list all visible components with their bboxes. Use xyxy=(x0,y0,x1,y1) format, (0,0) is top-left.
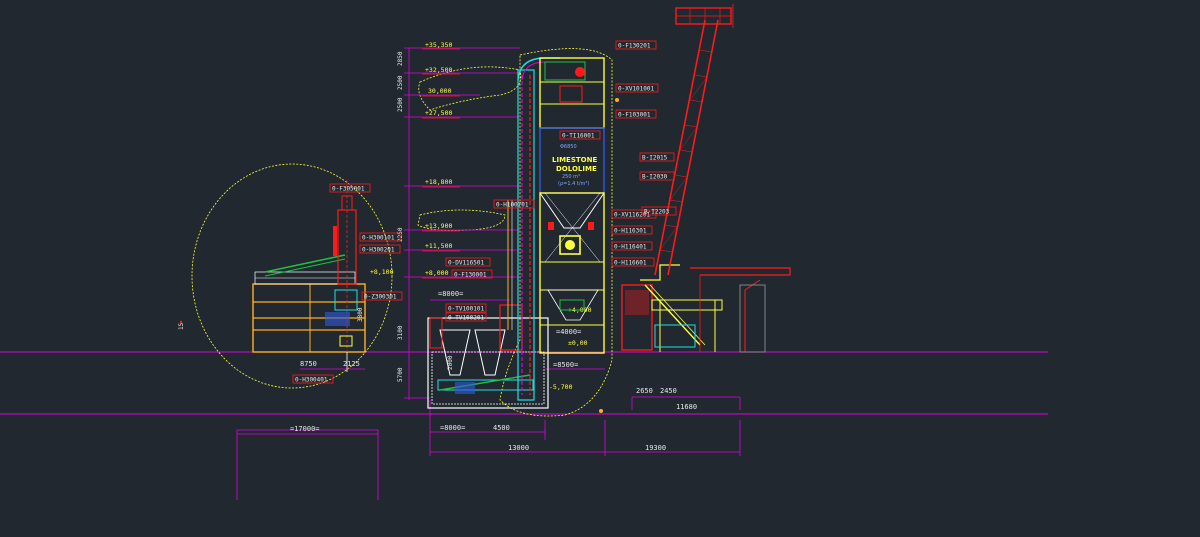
horizontal-dimension: =4000= xyxy=(556,328,581,336)
vertical-dimension: 3800 xyxy=(357,307,364,322)
elevation-label: ±0,00 xyxy=(568,339,588,347)
silo-density: (ρ=1.4 t/m³) xyxy=(558,181,589,187)
vertical-dimension: 15 xyxy=(178,322,185,330)
vertical-dimension: 3100 xyxy=(397,325,404,340)
elevation-label: +27,500 xyxy=(425,109,452,117)
equipment-tag: 0-TI16001 xyxy=(562,133,595,140)
right-platform xyxy=(621,264,791,353)
elevation-label: +18,800 xyxy=(425,178,452,186)
elevation-label: +11,500 xyxy=(425,242,452,250)
horizontal-dimension: 2450 xyxy=(660,387,677,395)
elevation-label: +32,500 xyxy=(425,66,452,74)
vertical-dimension: 2500 xyxy=(397,75,404,90)
horizontal-dimension: 8750 xyxy=(300,360,317,368)
equipment-tag: 0-H300101 xyxy=(362,235,395,242)
equipment-tag: 0-TV100101 xyxy=(448,306,485,313)
vertical-dimension: 2500 xyxy=(397,97,404,112)
vertical-dimension-chain xyxy=(404,47,520,400)
elevation-label: -5,700 xyxy=(549,383,573,391)
equipment-tag: 0-H116301 xyxy=(614,228,647,235)
silo-material-line2: DOLOLIME xyxy=(556,165,597,173)
equipment-tag: 0-H300201 xyxy=(362,247,395,254)
horizontal-dimension: 2125 xyxy=(343,360,360,368)
equipment-tag: 0-F130001 xyxy=(454,272,487,279)
left-feed-structure xyxy=(252,180,366,372)
equipment-tag: B-I2203 xyxy=(644,209,670,216)
horizontal-dimension: 13000 xyxy=(508,444,529,452)
marker-dot xyxy=(179,320,183,324)
horizontal-dimension: =8000= xyxy=(440,424,465,432)
equipment-tag: 0-Z300301 xyxy=(364,294,397,301)
equipment-tag: 0-H116601 xyxy=(614,260,647,267)
vertical-dimension: 2850 xyxy=(397,51,404,66)
equipment-tag: 0-XV101001 xyxy=(618,86,655,93)
elevation-label: +8,000 xyxy=(425,269,449,277)
horizontal-dimension: 4500 xyxy=(493,424,510,432)
horizontal-dimension: =17000= xyxy=(290,425,320,433)
elevation-label: 30,000 xyxy=(428,87,452,95)
equipment-tag: 0-DV116501 xyxy=(448,260,485,267)
inclined-conveyor-lattice xyxy=(654,4,734,276)
equipment-tag: B-I2030 xyxy=(642,174,668,181)
horizontal-dimension: =8000= xyxy=(438,290,463,298)
equipment-tag: 0-F130201 xyxy=(618,43,651,50)
conveyor-tag-boxes xyxy=(639,152,677,216)
silo-capacity: 250 m³ xyxy=(562,174,580,180)
equipment-tag: 0-TV100201 xyxy=(448,315,485,322)
marker-dot xyxy=(615,98,619,102)
ground-lines xyxy=(0,351,1048,500)
vertical-dimension: 5700 xyxy=(397,367,404,382)
horizontal-dimension: 2650 xyxy=(636,387,653,395)
marker-dot xyxy=(599,409,603,413)
equipment-tag: 0-F103001 xyxy=(618,112,651,119)
vertical-dimension: 2250 xyxy=(397,227,404,242)
silo-material-line1: LIMESTONE xyxy=(552,156,597,164)
elevation-label: +35,350 xyxy=(425,41,452,49)
cad-drawing-canvas[interactable]: +35,350 +32,500 30,000 +27,500 +18,800 +… xyxy=(0,0,1200,537)
cloud-left xyxy=(191,163,393,389)
equipment-tag: 0-H300401 xyxy=(295,377,328,384)
horizontal-dimension: 11680 xyxy=(676,403,697,411)
silo-diameter: Φ6850 xyxy=(560,144,577,150)
horizontal-dimension: =8500= xyxy=(553,361,578,369)
equipment-tag: 0-H116401 xyxy=(614,244,647,251)
equipment-tag: B-I2015 xyxy=(642,155,668,162)
equipment-tag: 0-F305001 xyxy=(332,186,365,193)
elevation-label: +13,900 xyxy=(425,222,452,230)
equipment-tag: 0-H100701 xyxy=(496,202,529,209)
horizontal-dimension: 19300 xyxy=(645,444,666,452)
elevation-label: +8,100 xyxy=(370,268,394,276)
